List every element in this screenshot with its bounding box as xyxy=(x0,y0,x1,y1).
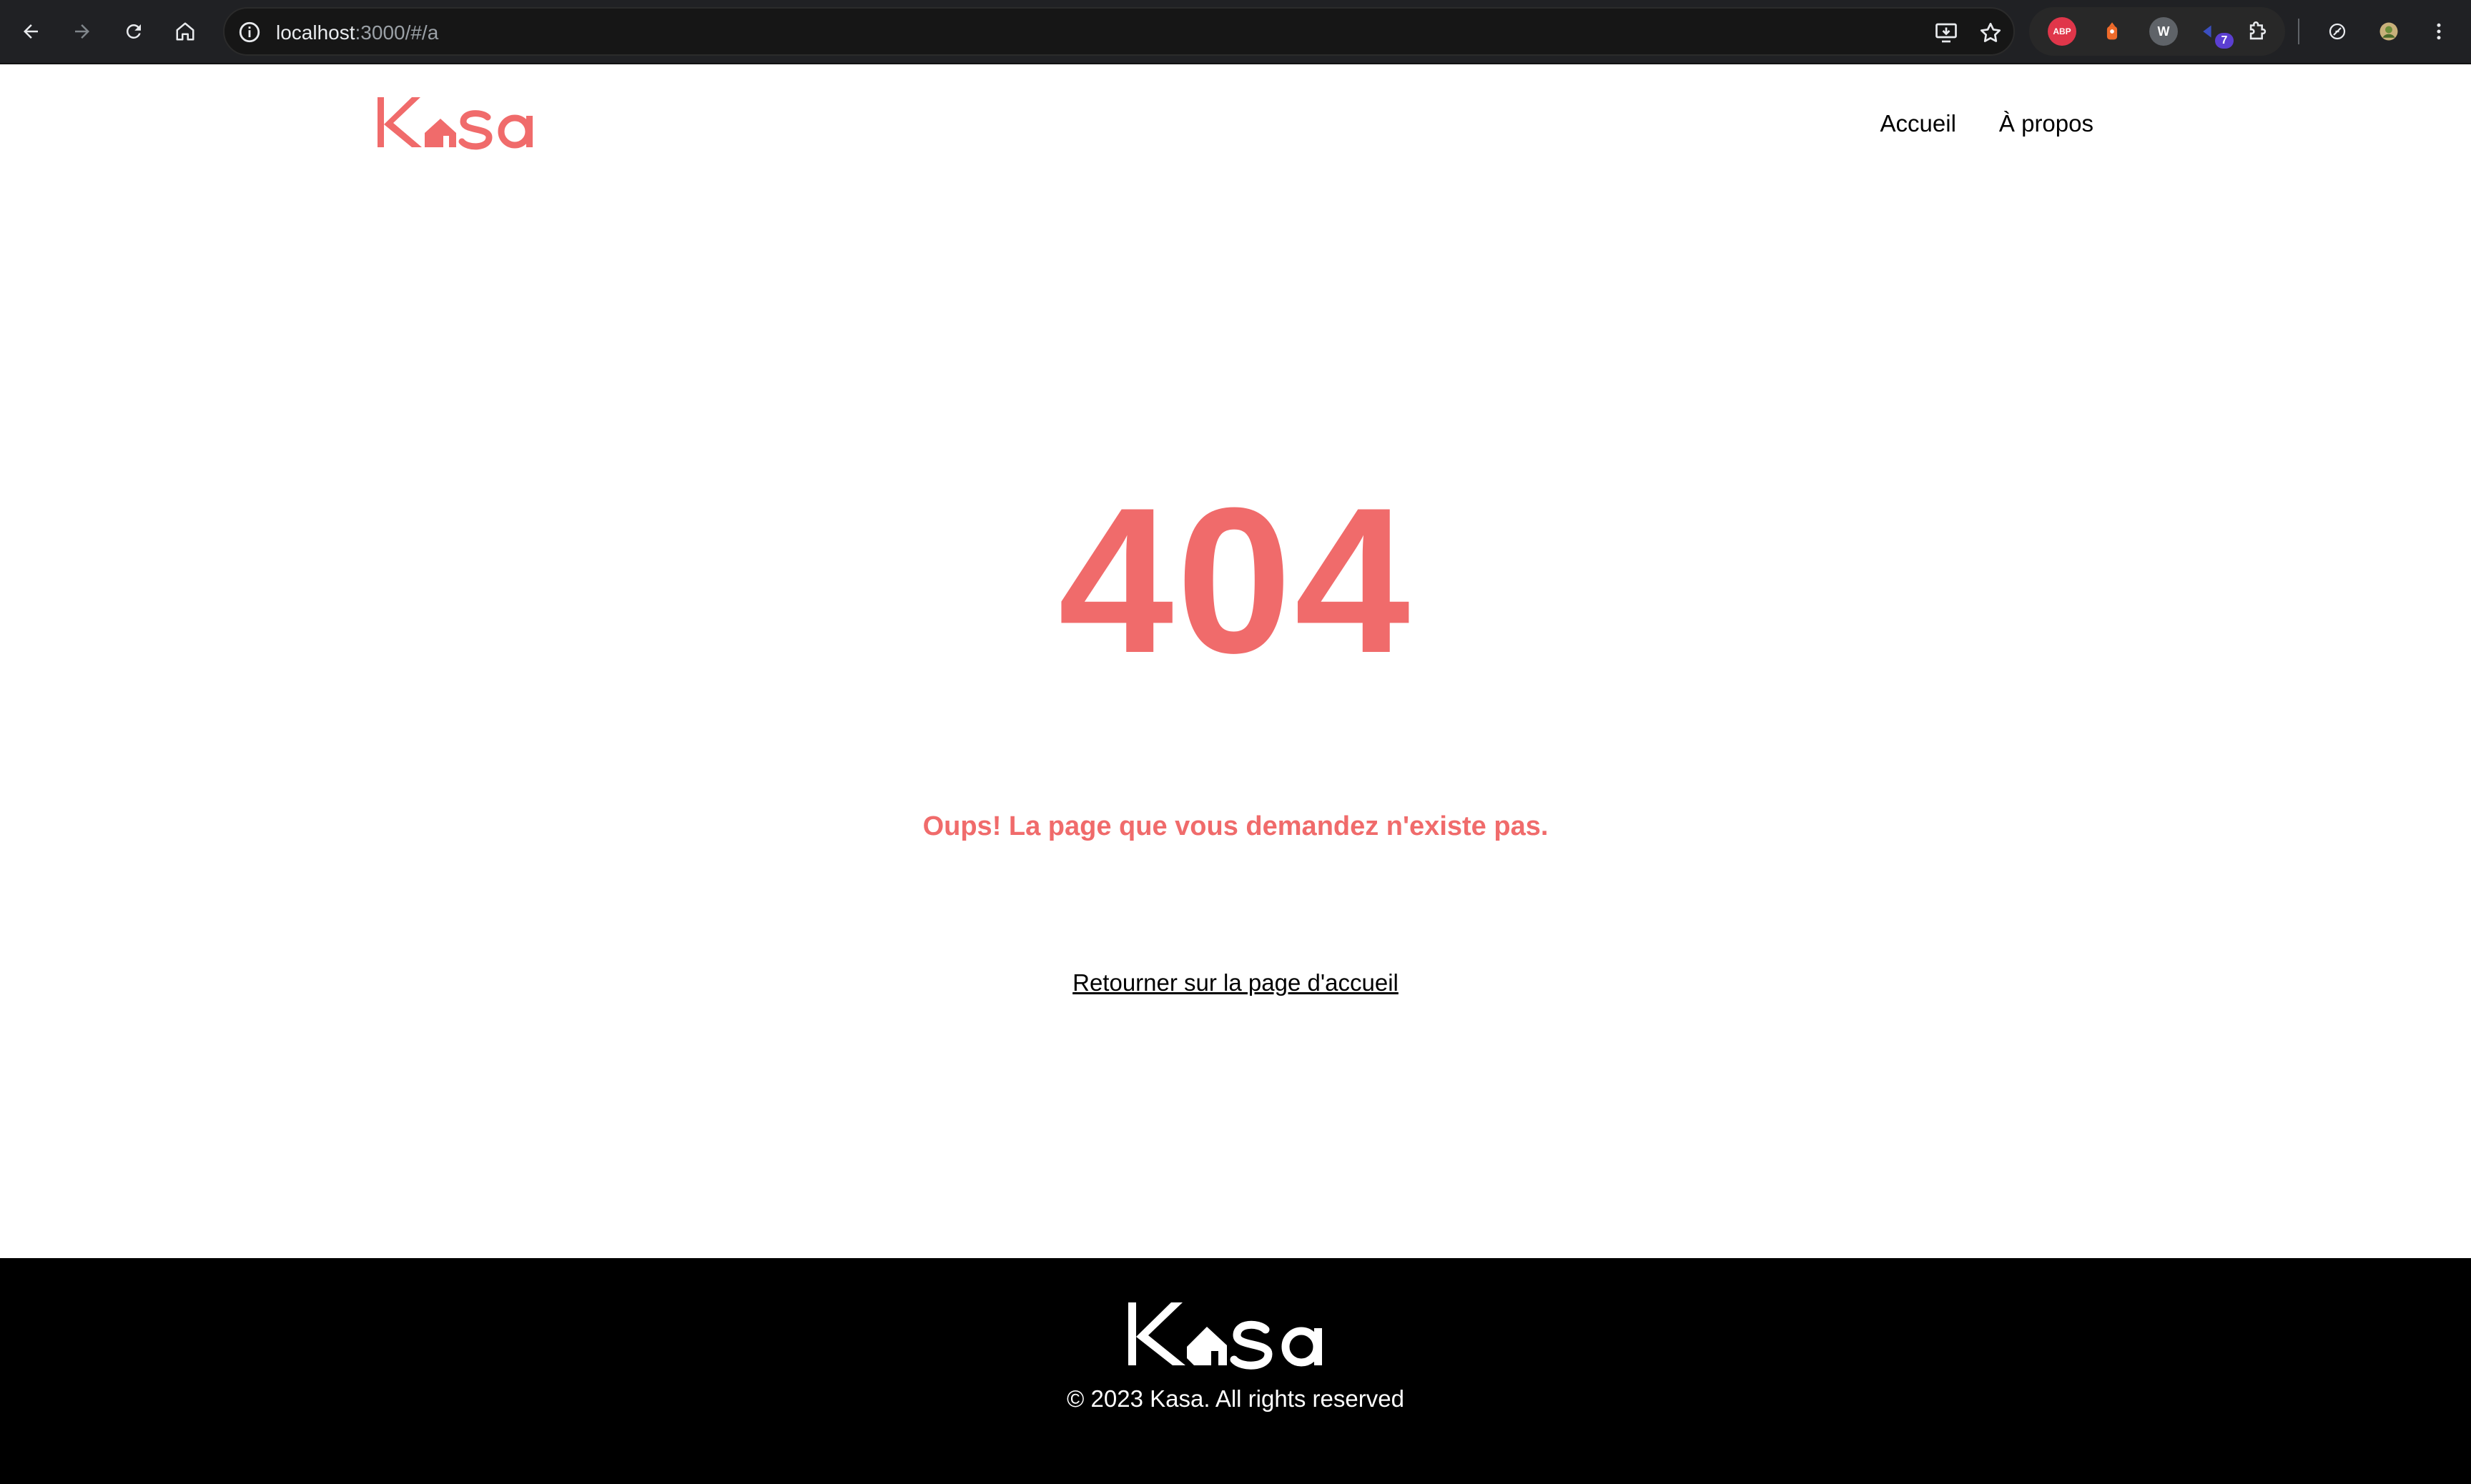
kasa-footer-logo xyxy=(1128,1302,1322,1370)
arrow-left-icon xyxy=(24,24,38,39)
avatar xyxy=(2379,22,2398,41)
fox-extension-icon[interactable] xyxy=(2098,17,2126,46)
url-host: localhost xyxy=(276,21,355,44)
site-info-icon[interactable] xyxy=(237,20,262,44)
profile-button[interactable] xyxy=(2371,14,2407,49)
w-extension-icon[interactable]: W xyxy=(2149,17,2178,46)
back-home-container: Retourner sur la page d'accueil xyxy=(0,968,2471,998)
url-text[interactable]: localhost:3000/#/a xyxy=(276,21,438,45)
copyright-text: © 2023 Kasa. All rights reserved xyxy=(1067,1385,1404,1412)
adblock-plus-icon[interactable]: ABP xyxy=(2048,17,2076,46)
kasa-logo[interactable] xyxy=(375,91,553,154)
home-icon xyxy=(176,22,194,41)
extensions-area: ABP W 7 xyxy=(2029,7,2285,56)
footer: © 2023 Kasa. All rights reserved xyxy=(0,1258,2471,1484)
reload-button[interactable] xyxy=(116,14,152,49)
reload-icon xyxy=(126,24,141,39)
back-home-link[interactable]: Retourner sur la page d'accueil xyxy=(1072,969,1399,996)
nav-link-about[interactable]: À propos xyxy=(1999,110,2093,137)
kebab-menu-icon xyxy=(2437,23,2441,40)
leaf-icon xyxy=(2329,23,2346,40)
browser-toolbar: localhost:3000/#/a ABP W 7 xyxy=(0,0,2471,64)
nav-link-home[interactable]: Accueil xyxy=(1880,110,1956,137)
badge-extension-icon[interactable]: 7 xyxy=(2198,17,2234,49)
url-path: :3000/#/a xyxy=(355,21,439,44)
performance-button[interactable] xyxy=(2319,14,2355,49)
extensions-puzzle-icon[interactable] xyxy=(2244,17,2272,46)
toolbar-divider xyxy=(2298,19,2299,44)
home-button[interactable] xyxy=(167,14,203,49)
menu-button[interactable] xyxy=(2421,14,2457,49)
back-button[interactable] xyxy=(13,14,49,49)
error-code: 404 xyxy=(1058,465,1413,696)
install-app-icon[interactable] xyxy=(1933,20,1959,46)
error-message: Oups! La page que vous demandez n'existe… xyxy=(922,811,1549,841)
arrow-right-icon xyxy=(75,24,89,39)
forward-button[interactable] xyxy=(64,14,100,49)
extension-badge: 7 xyxy=(2215,33,2234,49)
bookmark-star-icon[interactable] xyxy=(1978,20,2003,46)
address-bar[interactable]: localhost:3000/#/a xyxy=(223,7,2015,56)
page: Accueil À propos 404 Oups! La page que v… xyxy=(0,66,2471,1484)
main-nav: Accueil À propos xyxy=(1880,110,2093,137)
